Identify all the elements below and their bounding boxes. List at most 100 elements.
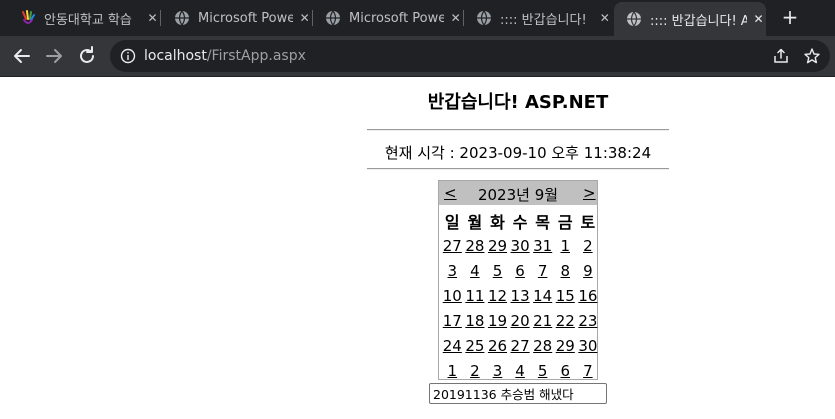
page-content: 반갑습니다! ASP.NET 현재 시각 : 2023-09-10 오후 11:… — [0, 77, 835, 419]
calendar-day-link[interactable]: 5 — [486, 262, 509, 280]
calendar-week-row: 24 25 26 27 28 29 30 — [441, 333, 599, 358]
horizontal-rule — [367, 168, 669, 170]
url-path: /FirstApp.aspx — [206, 48, 306, 64]
close-icon[interactable]: ✕ — [448, 11, 463, 25]
calendar-day-link[interactable]: 25 — [464, 337, 487, 355]
browser-toolbar: localhost/FirstApp.aspx — [0, 36, 835, 76]
info-icon[interactable] — [120, 48, 136, 64]
calendar-day-link[interactable]: 23 — [577, 312, 600, 330]
colorful-hand-logo-icon — [22, 10, 35, 24]
url-host: localhost — [144, 48, 207, 64]
globe-icon — [326, 10, 340, 26]
calendar-day-link[interactable]: 8 — [554, 262, 577, 280]
tab-divider — [160, 10, 161, 26]
tab-title: :::: 반갑습니다! A — [650, 13, 748, 29]
calendar-day-link[interactable]: 21 — [531, 312, 554, 330]
url-text[interactable]: localhost/FirstApp.aspx — [144, 48, 306, 64]
globe-icon — [627, 11, 641, 27]
weekday-label: 월 — [467, 212, 483, 232]
close-icon[interactable]: ✕ — [751, 12, 766, 26]
calendar-month-title: 2023년 9월 — [477, 186, 559, 204]
calendar-day-link[interactable]: 19 — [486, 312, 509, 330]
calendar-day-link[interactable]: 14 — [531, 287, 554, 305]
calendar-day-link[interactable]: 11 — [464, 287, 487, 305]
address-bar[interactable]: localhost/FirstApp.aspx — [110, 40, 830, 72]
globe-icon — [477, 10, 491, 26]
calendar-day-link[interactable]: 12 — [486, 287, 509, 305]
calendar-day-link[interactable]: 18 — [464, 312, 487, 330]
weekday-label: 토 — [580, 212, 596, 232]
calendar-prev-month-link[interactable]: < — [444, 184, 457, 202]
calendar: 2023년 9월 < > 일 월 화 수 목 금 토 27 28 29 30 3… — [438, 180, 598, 380]
calendar-day-link[interactable]: 1 — [554, 237, 577, 255]
tab-title: Microsoft Power — [198, 10, 294, 26]
calendar-day-link[interactable]: 3 — [441, 262, 464, 280]
calendar-day-link[interactable]: 28 — [464, 237, 487, 255]
calendar-day-link[interactable]: 3 — [486, 362, 509, 380]
star-icon[interactable] — [803, 47, 821, 65]
calendar-day-link[interactable]: 4 — [509, 362, 532, 380]
page-title: 반갑습니다! ASP.NET — [427, 92, 609, 113]
weekday-label: 목 — [535, 212, 551, 232]
calendar-day-link[interactable]: 10 — [441, 287, 464, 305]
calendar-day-link[interactable]: 7 — [531, 262, 554, 280]
close-icon[interactable]: ✕ — [145, 11, 160, 25]
name-text-input[interactable] — [429, 383, 607, 404]
calendar-next-month-link[interactable]: > — [583, 184, 596, 202]
calendar-day-link[interactable]: 6 — [554, 362, 577, 380]
calendar-day-link[interactable]: 29 — [554, 337, 577, 355]
calendar-week-row: 1 2 3 4 5 6 7 — [441, 358, 599, 383]
tab-3[interactable]: Microsoft Power ✕ — [313, 6, 464, 30]
calendar-day-link[interactable]: 9 — [577, 262, 600, 280]
calendar-day-link[interactable]: 29 — [486, 237, 509, 255]
horizontal-rule — [367, 129, 669, 131]
close-icon[interactable]: ✕ — [297, 11, 312, 25]
calendar-week-row: 10 11 12 13 14 15 16 — [441, 283, 599, 308]
calendar-day-link[interactable]: 15 — [554, 287, 577, 305]
calendar-day-link[interactable]: 16 — [577, 287, 600, 305]
calendar-day-link[interactable]: 30 — [577, 337, 600, 355]
calendar-day-link[interactable]: 30 — [509, 237, 532, 255]
tab-2[interactable]: Microsoft Power ✕ — [162, 6, 313, 30]
calendar-day-link[interactable]: 7 — [577, 362, 600, 380]
tab-strip: 안동대학교 학습 ✕ Microsoft Power ✕ Microsoft P… — [0, 0, 835, 36]
new-tab-button[interactable]: + — [778, 6, 802, 30]
calendar-day-link[interactable]: 26 — [486, 337, 509, 355]
tab-1[interactable]: 안동대학교 학습 ✕ — [8, 6, 161, 30]
calendar-day-link[interactable]: 17 — [441, 312, 464, 330]
tab-4[interactable]: :::: 반갑습니다! ✕ — [464, 6, 612, 30]
calendar-day-link[interactable]: 22 — [554, 312, 577, 330]
calendar-grid: 일 월 화 수 목 금 토 27 28 29 30 31 1 2 3 4 5 6… — [441, 208, 599, 383]
calendar-header: 2023년 9월 < > — [439, 181, 597, 205]
calendar-week-row: 17 18 19 20 21 22 23 — [441, 308, 599, 333]
calendar-day-link[interactable]: 1 — [441, 362, 464, 380]
calendar-week-row: 27 28 29 30 31 1 2 — [441, 233, 599, 258]
calendar-day-link[interactable]: 5 — [531, 362, 554, 380]
calendar-day-link[interactable]: 20 — [509, 312, 532, 330]
back-arrow-icon[interactable] — [10, 44, 34, 68]
calendar-day-link[interactable]: 13 — [509, 287, 532, 305]
reload-icon[interactable] — [75, 44, 99, 68]
weekday-label: 일 — [444, 212, 460, 232]
calendar-day-link[interactable]: 24 — [441, 337, 464, 355]
tab-title: :::: 반갑습니다! — [500, 12, 587, 28]
calendar-day-link[interactable]: 28 — [531, 337, 554, 355]
close-icon[interactable]: ✕ — [598, 11, 612, 25]
calendar-day-link[interactable]: 2 — [464, 362, 487, 380]
current-time-text: 현재 시각 : 2023-09-10 오후 11:38:24 — [384, 144, 652, 162]
globe-icon — [175, 10, 189, 26]
calendar-day-link[interactable]: 27 — [441, 237, 464, 255]
calendar-day-link[interactable]: 31 — [531, 237, 554, 255]
calendar-weekday-row: 일 월 화 수 목 금 토 — [441, 208, 599, 233]
calendar-day-link[interactable]: 2 — [577, 237, 600, 255]
weekday-label: 화 — [490, 212, 505, 232]
tab-title: Microsoft Power — [349, 10, 445, 26]
calendar-day-link[interactable]: 6 — [509, 262, 532, 280]
forward-arrow-icon[interactable] — [42, 44, 66, 68]
calendar-day-link[interactable]: 4 — [464, 262, 487, 280]
share-icon[interactable] — [772, 47, 790, 65]
tab-active[interactable]: :::: 반갑습니다! A ✕ — [614, 2, 766, 36]
calendar-day-link[interactable]: 27 — [509, 337, 532, 355]
tab-title: 안동대학교 학습 — [44, 12, 132, 28]
weekday-label: 금 — [557, 212, 573, 232]
